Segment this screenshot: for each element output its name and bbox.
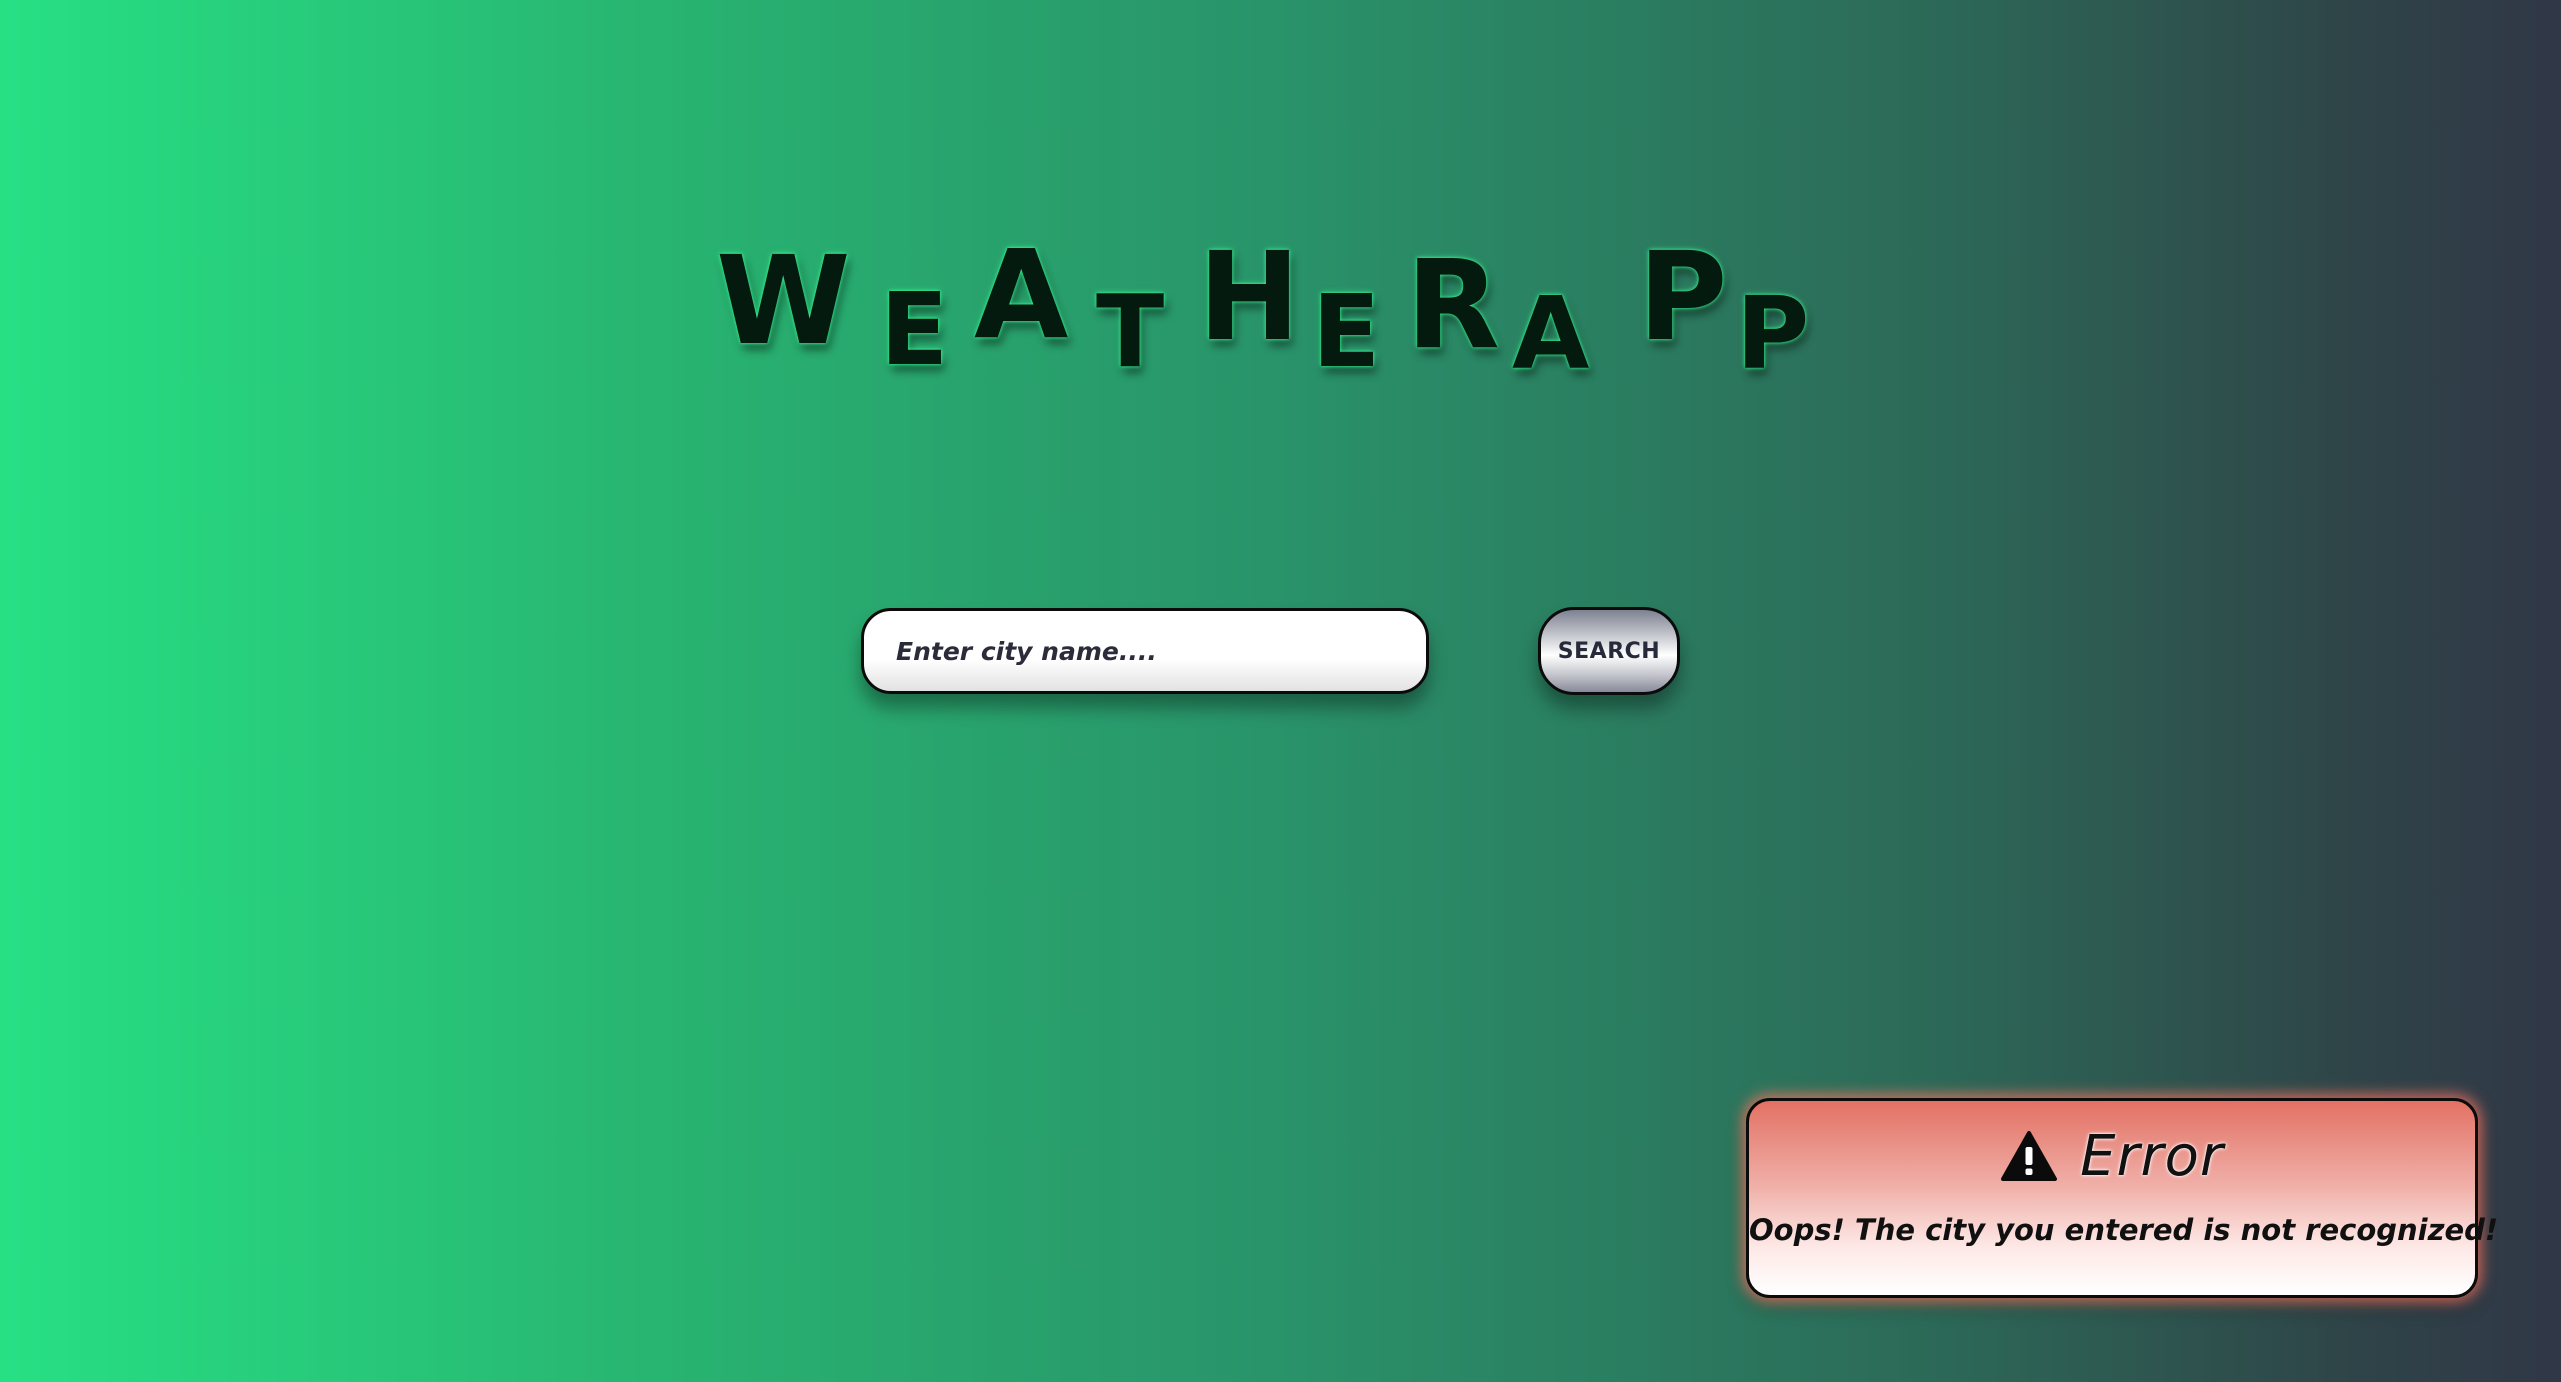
warning-triangle-icon [2001, 1131, 2058, 1181]
app-title-letter: A [1512, 275, 1590, 392]
app-title-letter: T [1096, 273, 1165, 390]
app-title-letter: R [1406, 234, 1500, 376]
app-title-letter: A [974, 224, 1069, 366]
error-toast: Error Oops! The city you entered is not … [1746, 1098, 2499, 1298]
search-button[interactable]: SEARCH [1538, 607, 1680, 695]
app-title-letter: P [1638, 226, 1728, 368]
app-title-letter: P [1736, 275, 1810, 392]
app-title: W E A T H E R A P P [716, 230, 1826, 410]
error-header: Error [1749, 1123, 2475, 1189]
error-title: Error [2080, 1123, 2224, 1189]
error-message: Oops! The city you entered is not recogn… [1749, 1213, 2499, 1247]
app-title-letter: W [716, 230, 851, 372]
app-title-letter: E [1312, 273, 1381, 390]
app-title-letter: H [1198, 226, 1301, 368]
app-title-letter: E [880, 271, 949, 388]
city-search-input[interactable] [861, 608, 1429, 694]
